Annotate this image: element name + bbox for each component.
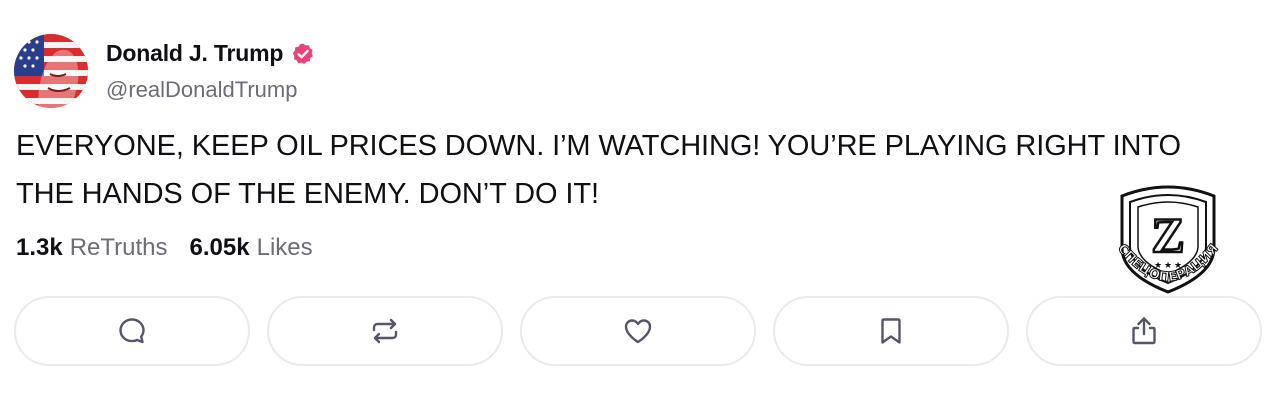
retruth-icon: [372, 318, 398, 344]
name-row: Donald J. Trump: [106, 40, 315, 67]
reply-icon: [119, 318, 145, 344]
share-button[interactable]: [1026, 296, 1262, 366]
likes-label: Likes: [256, 234, 313, 261]
likes-count: 6.05k: [189, 234, 250, 261]
retruths-label: ReTruths: [69, 234, 168, 261]
post-text-line: EVERYONE, KEEP OIL PRICES DOWN. I’M WATC…: [16, 130, 1181, 162]
bookmark-icon: [881, 318, 901, 344]
like-button[interactable]: [520, 296, 756, 366]
watermark-letter: Z: [1151, 207, 1184, 263]
post-card: Donald J. Trump @realDonaldTrump EVERYON…: [0, 0, 1280, 411]
author-info: Donald J. Trump @realDonaldTrump: [106, 34, 315, 103]
retruth-button[interactable]: [267, 296, 503, 366]
avatar-image: [14, 34, 88, 108]
bookmark-button[interactable]: [773, 296, 1009, 366]
post-text-line: THE HANDS OF THE ENEMY. DON’T DO IT!: [16, 178, 599, 210]
post-stats: 1.3k ReTruths 6.05k Likes: [16, 234, 313, 262]
avatar[interactable]: [14, 34, 88, 108]
retruths-stat[interactable]: 1.3k ReTruths: [16, 234, 168, 262]
handle[interactable]: @realDonaldTrump: [106, 77, 315, 103]
retruths-count: 1.3k: [16, 234, 63, 261]
heart-icon: [624, 319, 652, 344]
post-header: Donald J. Trump @realDonaldTrump: [14, 34, 315, 108]
watermark-emblem: Z ★ ★ ★ СПЕЦОПЕРАЦИЯ: [1108, 182, 1228, 304]
share-icon: [1132, 317, 1156, 345]
post-body: EVERYONE, KEEP OIL PRICES DOWN. I’M WATC…: [16, 122, 1246, 218]
display-name[interactable]: Donald J. Trump: [106, 40, 283, 67]
action-bar: [14, 296, 1262, 366]
reply-button[interactable]: [14, 296, 250, 366]
likes-stat[interactable]: 6.05k Likes: [190, 234, 313, 262]
svg-text:★: ★: [1164, 261, 1172, 271]
verified-badge-icon: [291, 42, 315, 66]
